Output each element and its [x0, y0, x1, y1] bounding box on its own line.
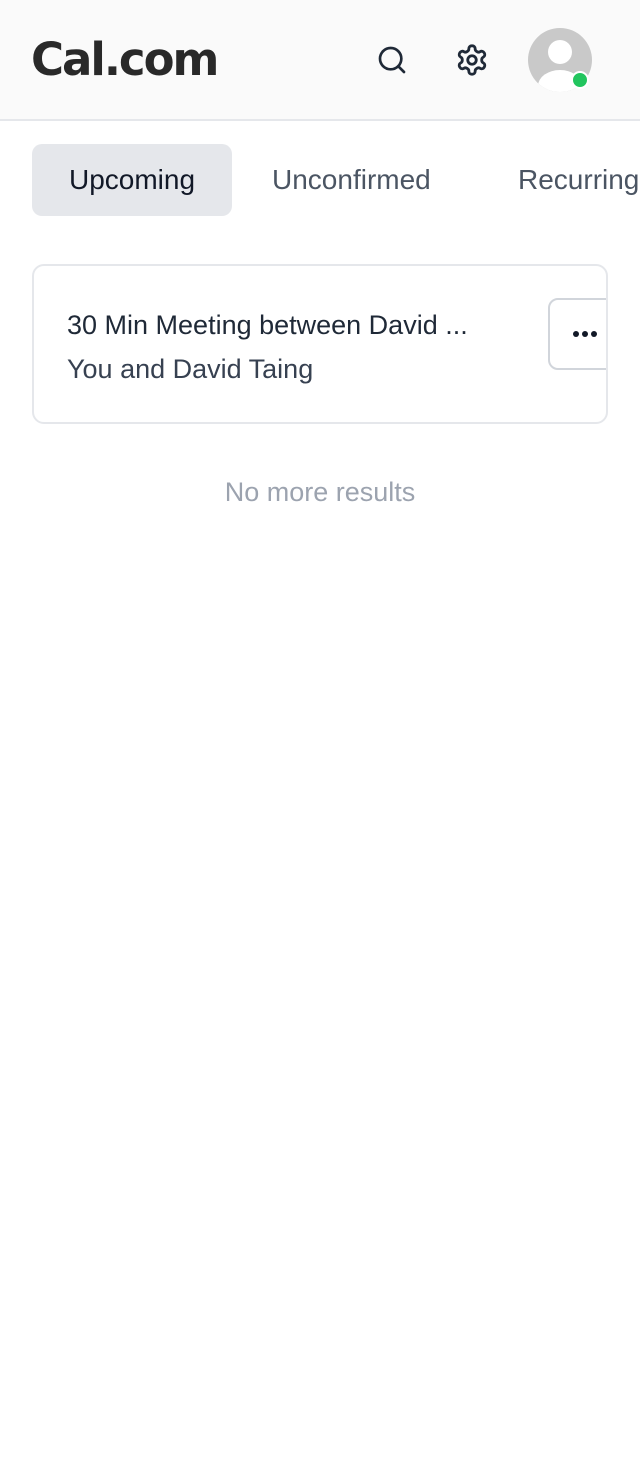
tab-upcoming[interactable]: Upcoming	[32, 144, 232, 216]
user-avatar-button[interactable]	[528, 28, 592, 92]
settings-button[interactable]	[448, 36, 496, 84]
search-button[interactable]	[368, 36, 416, 84]
booking-tabs: Upcoming Unconfirmed Recurring	[0, 144, 640, 216]
search-icon	[378, 46, 406, 74]
online-status-indicator	[571, 71, 589, 89]
tab-recurring[interactable]: Recurring	[518, 144, 639, 216]
more-horizontal-icon	[573, 331, 597, 337]
list-end-message: No more results	[224, 477, 416, 507]
top-bar: Cal.com	[0, 0, 640, 121]
booking-item[interactable]: 30 Min Meeting between David ... You and…	[32, 264, 608, 424]
booking-actions-button[interactable]	[548, 298, 606, 370]
booking-title: 30 Min Meeting between David ...	[67, 310, 468, 340]
booking-attendees: You and David Taing	[67, 354, 314, 384]
gear-icon	[457, 44, 487, 76]
cal-logo[interactable]: Cal.com	[31, 30, 219, 90]
tab-unconfirmed[interactable]: Unconfirmed	[272, 144, 431, 216]
